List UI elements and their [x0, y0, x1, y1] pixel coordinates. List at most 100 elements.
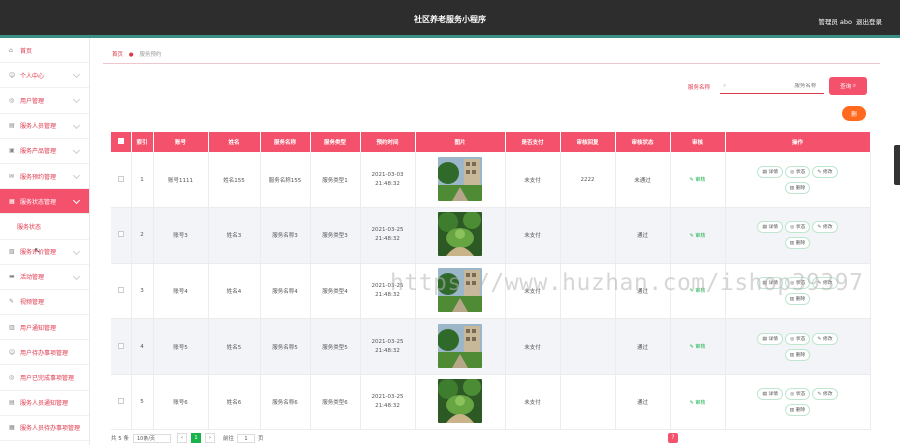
cell-index: 3 [131, 263, 154, 320]
row-select-cell [111, 318, 132, 375]
column-header[interactable] [111, 132, 132, 152]
goto-input[interactable]: 1 [237, 433, 256, 443]
detail-button-label: 详情 [768, 225, 779, 231]
sidebar-item-3[interactable]: ▤ 服务人员管理 [0, 114, 89, 139]
sidebar-item-6[interactable]: ▦ 服务状态管理 [0, 189, 89, 215]
review-link[interactable]: 审核 [695, 177, 705, 183]
review-link[interactable]: 审核 [695, 233, 705, 239]
detail-button[interactable]: ▤ 详情 [757, 388, 784, 401]
delete-button-label: 删除 [795, 241, 806, 247]
sidebar-item-label: 服务人员通知管理 [20, 400, 69, 408]
batch-delete-button[interactable]: 删 [842, 106, 866, 121]
chevron-down-icon [72, 96, 81, 104]
mouse-cursor-icon: ↖ [34, 246, 41, 255]
breadcrumb-home[interactable]: 首页 [112, 52, 123, 58]
page-size-select[interactable]: 10条/页 [133, 433, 171, 443]
delete-button[interactable]: ▥ 删除 [784, 348, 811, 361]
next-page-icon[interactable]: › [205, 433, 215, 443]
sidebar-item-label: 服务人员管理 [20, 123, 57, 131]
table-row: 4 账号5 姓名5 服务名称5 服务类型5 2021-03-25 21:48:32 未支付通… [111, 318, 871, 375]
sidebar-item-13[interactable]: ◎ 用户已完成事项管理 [0, 365, 89, 391]
cell-type: 服务类型6 [310, 374, 361, 431]
floating-help-icon[interactable]: ? [668, 433, 678, 443]
cell-name: 姓名4 [208, 263, 261, 320]
booking-icon: ✉ [9, 172, 15, 180]
sidebar-item-14[interactable]: ▤ 服务人员通知管理 [0, 391, 89, 416]
prev-page-icon[interactable]: ‹ [177, 433, 187, 443]
cell-service: 服务名称3 [260, 207, 311, 264]
review-link[interactable]: 审核 [695, 400, 705, 406]
delete-button[interactable]: ▥ 删除 [784, 404, 811, 417]
sidebar-item-9[interactable]: ▬ 活动管理 [0, 265, 89, 290]
row-checkbox[interactable] [117, 231, 124, 238]
status-button[interactable]: ◎ 状态 [785, 221, 811, 234]
cell-status: 通过 [615, 318, 671, 375]
edit-button[interactable]: ✎ 修改 [812, 221, 838, 234]
search-button[interactable]: 查询 ⌕ [829, 77, 867, 95]
sidebar-item-5[interactable]: ✉ 服务预约管理 [0, 164, 89, 190]
total-count: 共 5 条 [111, 436, 129, 442]
sidebar-item-label: 用户管理 [20, 97, 45, 105]
status-button[interactable]: ◎ 状态 [785, 332, 811, 345]
select-all-checkbox[interactable] [117, 138, 124, 144]
delete-button[interactable]: ▥ 删除 [784, 237, 811, 250]
column-header: 服务名称 [260, 132, 311, 152]
sidebar-item-10[interactable]: ✎ 视频管理 [0, 290, 89, 316]
goto-label: 前往 [223, 436, 235, 442]
detail-button-label: 详情 [768, 392, 779, 398]
cell-name: 姓名6 [208, 374, 261, 431]
row-checkbox[interactable] [117, 286, 124, 293]
side-feedback-tab[interactable] [894, 145, 900, 185]
sidebar-item-4[interactable]: ▣ 服务产品管理 [0, 139, 89, 164]
table-row: 2 账号3 姓名3 服务名称3 服务类型3 2021-03-25 21:48:32 未支付通… [111, 207, 871, 264]
row-select-cell [111, 374, 132, 431]
cell-service: 服务名称155 [260, 152, 311, 209]
edit-button[interactable]: ✎ 修改 [812, 165, 838, 178]
search-input[interactable] [726, 83, 817, 89]
detail-button[interactable]: ▤ 详情 [757, 221, 784, 234]
sidebar-item-11[interactable]: ▥ 用户通知管理 [0, 315, 89, 341]
review-link[interactable]: 审核 [695, 344, 705, 350]
cell-status: 通过 [615, 207, 671, 264]
status-button-label: 状态 [795, 392, 806, 398]
delete-button[interactable]: ▥ 删除 [784, 181, 811, 194]
status-button[interactable]: ◎ 状态 [785, 388, 811, 401]
image-cell [415, 374, 506, 431]
cell-type: 服务类型4 [310, 263, 361, 320]
sidebar-item-0[interactable]: ⌂ 首页 [0, 38, 89, 64]
service-image [438, 323, 482, 368]
cell-name: 姓名3 [208, 207, 261, 264]
cell-name: 姓名155 [208, 152, 261, 209]
cell-status: 通过 [615, 374, 671, 431]
delete-button-label: 删除 [795, 352, 806, 358]
sidebar-item-1[interactable]: ☺ 个人中心 [0, 63, 89, 89]
review-cell: ✎ 审核 [670, 374, 726, 431]
edit-button[interactable]: ✎ 修改 [812, 388, 838, 401]
logout-link[interactable]: 退出登录 [856, 16, 882, 26]
edit-button[interactable]: ✎ 修改 [812, 332, 838, 345]
chevron-down-icon [72, 272, 81, 280]
sidebar-item-label: 服务状态 [17, 223, 42, 231]
row-checkbox[interactable] [117, 342, 124, 349]
notice-icon: ▥ [9, 323, 15, 331]
service-image [438, 156, 482, 201]
row-checkbox[interactable] [117, 398, 124, 405]
review-cell: ✎ 审核 [670, 207, 726, 264]
sidebar-item-7[interactable]: 服务状态 [0, 214, 89, 240]
status-button[interactable]: ◎ 状态 [785, 165, 811, 178]
row-checkbox[interactable] [117, 175, 124, 182]
sidebar-item-8[interactable]: ▧ 服务评价管理 [0, 240, 89, 265]
sidebar-item-2[interactable]: ◎ 用户管理 [0, 88, 89, 114]
cell-index: 1 [131, 152, 154, 209]
column-header: 姓名 [208, 132, 261, 152]
detail-button[interactable]: ▤ 详情 [757, 165, 784, 178]
cell-paid: 未支付 [505, 318, 561, 375]
sidebar-item-15[interactable]: ▦ 服务人员待办事项管理 [0, 416, 89, 441]
staff-icon: ▤ [9, 122, 15, 130]
cell-type: 服务类型3 [310, 207, 361, 264]
sidebar-item-12[interactable]: ☺ 用户待办事项管理 [0, 340, 89, 366]
page-number[interactable]: 1 [191, 433, 201, 443]
cell-paid: 未支付 [505, 152, 561, 209]
review-cell: ✎ 审核 [670, 318, 726, 375]
detail-button[interactable]: ▤ 详情 [757, 332, 784, 345]
